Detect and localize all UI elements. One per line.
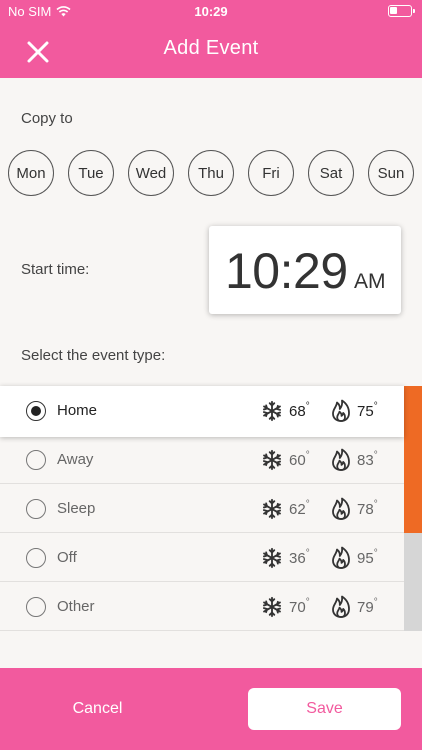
copy-to-label: Copy to bbox=[21, 110, 73, 127]
event-color-strip-sleep bbox=[404, 484, 422, 533]
heat-setpoint: 83° bbox=[357, 450, 378, 469]
start-time-label: Start time: bbox=[21, 261, 90, 278]
cool-setpoint: 70° bbox=[289, 597, 310, 616]
event-row-sleep[interactable]: Sleep 62° 78° bbox=[0, 484, 404, 533]
event-name: Other bbox=[57, 598, 95, 615]
event-type-label: Select the event type: bbox=[21, 347, 166, 364]
day-button-mon[interactable]: Mon bbox=[8, 150, 54, 196]
degree-symbol: ° bbox=[373, 597, 378, 608]
event-radio[interactable] bbox=[26, 548, 46, 568]
cool-setpoint: 36° bbox=[289, 548, 310, 567]
event-radio[interactable] bbox=[26, 401, 46, 421]
snowflake-icon bbox=[261, 449, 283, 471]
snowflake-icon bbox=[261, 547, 283, 569]
cool-setpoint: 60° bbox=[289, 450, 310, 469]
day-button-fri[interactable]: Fri bbox=[248, 150, 294, 196]
degree-symbol: ° bbox=[305, 499, 310, 510]
page-title: Add Event bbox=[163, 37, 259, 59]
footer: Cancel Save bbox=[0, 668, 422, 750]
day-button-tue[interactable]: Tue bbox=[68, 150, 114, 196]
event-row-off[interactable]: Off 36° 95° bbox=[0, 533, 404, 582]
degree-symbol: ° bbox=[373, 499, 378, 510]
header: No SIM 10:29 Add Event bbox=[0, 0, 422, 78]
day-button-sat[interactable]: Sat bbox=[308, 150, 354, 196]
day-button-wed[interactable]: Wed bbox=[128, 150, 174, 196]
flame-icon bbox=[330, 497, 352, 521]
event-row-other[interactable]: Other 70° 79° bbox=[0, 582, 404, 631]
degree-symbol: ° bbox=[305, 597, 310, 608]
event-name: Sleep bbox=[57, 500, 96, 517]
cool-setpoint: 68° bbox=[289, 401, 310, 420]
event-name: Home bbox=[57, 402, 98, 419]
degree-symbol: ° bbox=[305, 548, 310, 559]
event-color-strip-home bbox=[404, 386, 422, 435]
event-radio[interactable] bbox=[26, 499, 46, 519]
snowflake-icon bbox=[261, 400, 283, 422]
event-color-strip-away bbox=[404, 435, 422, 484]
event-color-strip-off bbox=[404, 533, 422, 582]
heat-setpoint: 75° bbox=[357, 401, 378, 420]
degree-symbol: ° bbox=[305, 401, 310, 412]
status-bar: No SIM 10:29 bbox=[0, 0, 422, 22]
battery-icon bbox=[388, 5, 415, 17]
event-radio[interactable] bbox=[26, 597, 46, 617]
day-button-thu[interactable]: Thu bbox=[188, 150, 234, 196]
cool-setpoint: 62° bbox=[289, 499, 310, 518]
flame-icon bbox=[330, 448, 352, 472]
degree-symbol: ° bbox=[373, 401, 378, 412]
heat-setpoint: 79° bbox=[357, 597, 378, 616]
time-ampm: AM bbox=[354, 270, 386, 293]
heat-setpoint: 95° bbox=[357, 548, 378, 567]
flame-icon bbox=[330, 595, 352, 619]
time-picker[interactable]: 10:29 AM bbox=[209, 226, 401, 314]
snowflake-icon bbox=[261, 498, 283, 520]
event-name: Away bbox=[57, 451, 94, 468]
event-color-strip-other bbox=[404, 582, 422, 631]
snowflake-icon bbox=[261, 596, 283, 618]
status-time: 10:29 bbox=[194, 4, 228, 19]
event-row-away[interactable]: Away 60° 83° bbox=[0, 435, 404, 484]
day-button-sun[interactable]: Sun bbox=[368, 150, 414, 196]
event-radio[interactable] bbox=[26, 450, 46, 470]
time-value: 10:29 bbox=[225, 243, 348, 299]
event-row-home[interactable]: Home 68° 75° bbox=[0, 386, 404, 437]
save-button[interactable]: Save bbox=[248, 688, 401, 730]
degree-symbol: ° bbox=[373, 548, 378, 559]
degree-symbol: ° bbox=[305, 450, 310, 461]
cancel-button[interactable]: Cancel bbox=[30, 688, 165, 730]
flame-icon bbox=[330, 546, 352, 570]
heat-setpoint: 78° bbox=[357, 499, 378, 518]
day-selector: Mon Tue Wed Thu Fri Sat Sun bbox=[8, 150, 420, 196]
event-type-list: Home 68° 75° Away 60° 83° Sleep 62° 78° Off 36° 95°… bbox=[0, 386, 422, 636]
flame-icon bbox=[330, 399, 352, 423]
event-name: Off bbox=[57, 549, 77, 566]
degree-symbol: ° bbox=[373, 450, 378, 461]
